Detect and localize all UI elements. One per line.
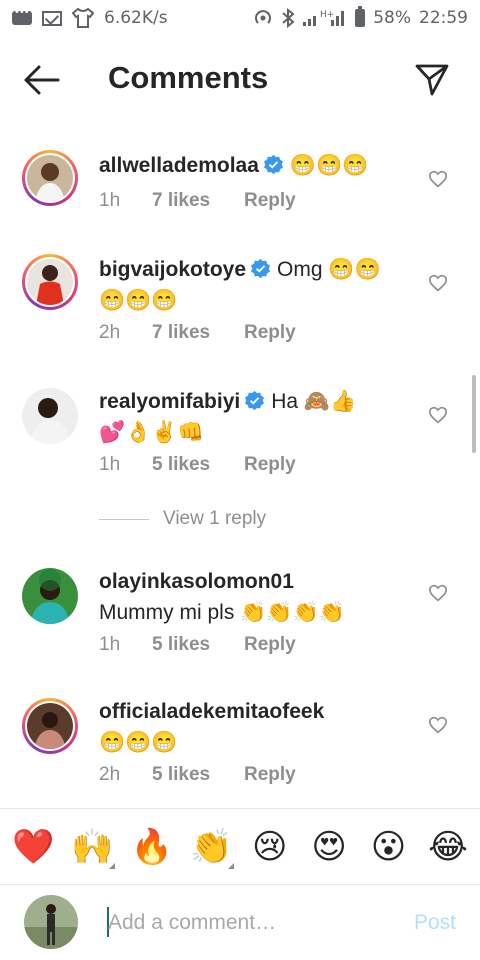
comment-text: Omg 😁😁 [277, 258, 381, 281]
scrollbar[interactable] [472, 375, 476, 453]
post-button[interactable]: Post [414, 911, 456, 935]
emoji-heart-button[interactable]: ❤️ [12, 827, 54, 867]
comment-text-continued: 💕👌✌️👊 [99, 421, 204, 444]
status-bar: 6.62K/s H+ 58% 22:59 [0, 0, 480, 36]
verified-badge-icon [263, 154, 283, 175]
battery-level: 58% [373, 8, 411, 28]
emoji-laughing-button[interactable]: 😂 [428, 827, 468, 867]
my-avatar [24, 895, 78, 949]
emoji-heart-eyes-button[interactable]: 😍 [309, 827, 349, 867]
comment-likes[interactable]: 5 likes [152, 764, 244, 786]
comment-time: 1h [99, 454, 121, 475]
shirt-icon [72, 8, 94, 28]
battery-icon [355, 6, 366, 27]
comment-time: 1h [99, 190, 121, 211]
verified-badge-icon [245, 390, 265, 411]
comment-username[interactable]: olayinkasolomon01 [99, 570, 294, 593]
emoji-quick-bar: ❤️ 🙌 🔥 👏 😢 😍 😮 😂 [0, 808, 480, 884]
network-speed: 6.62K/s [104, 8, 168, 28]
gmail-icon [42, 10, 62, 26]
comment-time: 2h [99, 322, 121, 343]
comment-time: 2h [99, 764, 121, 785]
comment-composer: Post [0, 884, 480, 960]
back-button[interactable] [22, 62, 62, 98]
comment-username[interactable]: bigvaijokotoye [99, 258, 246, 281]
emoji-raised-hands-button[interactable]: 🙌 [71, 827, 116, 869]
comment-time: 1h [99, 634, 121, 655]
message-icon [12, 7, 32, 25]
reply-button[interactable]: Reply [244, 454, 296, 476]
bluetooth-icon [282, 8, 295, 28]
emoji-fire-button[interactable]: 🔥 [131, 827, 173, 867]
header: Comments [0, 40, 480, 120]
arrow-left-icon [24, 65, 60, 95]
comment-text: 😁😁😁 [99, 731, 178, 754]
avatar[interactable] [22, 254, 78, 310]
comment-text: Mummy mi pls 👏👏👏👏 [99, 601, 345, 624]
comments-list[interactable]: allwellademolaa 😁😁😁 1h 7 likes Reply bigv… [0, 130, 480, 806]
comment-likes[interactable]: 5 likes [152, 634, 244, 656]
reply-button[interactable]: Reply [244, 634, 296, 656]
like-heart-icon[interactable] [428, 716, 448, 734]
comment-likes[interactable]: 7 likes [152, 322, 244, 344]
share-button[interactable] [414, 62, 450, 98]
reply-button[interactable]: Reply [244, 190, 296, 212]
comment-text: 😁😁😁 [289, 154, 369, 177]
like-heart-icon[interactable] [428, 274, 448, 292]
comment-username[interactable]: officialadekemitaofeek [99, 700, 324, 723]
signal-icon: H+ [303, 10, 345, 26]
view-replies-label: View 1 reply [163, 508, 267, 529]
comment-input[interactable] [108, 905, 388, 941]
direct-send-icon [415, 64, 449, 96]
network-type: H+ [320, 10, 334, 20]
reply-button[interactable]: Reply [244, 764, 296, 786]
like-heart-icon[interactable] [428, 584, 448, 602]
emoji-surprised-button[interactable]: 😮 [369, 827, 409, 867]
comment-username[interactable]: realyomifabiyi [99, 390, 240, 413]
emoji-crying-button[interactable]: 😢 [250, 827, 290, 867]
comment-likes[interactable]: 7 likes [152, 190, 244, 212]
comment-likes[interactable]: 5 likes [152, 454, 244, 476]
reply-button[interactable]: Reply [244, 322, 296, 344]
avatar[interactable] [22, 568, 78, 624]
clock: 22:59 [419, 8, 468, 28]
like-heart-icon[interactable] [428, 406, 448, 424]
comment-text-continued: 😁😁😁 [99, 289, 178, 312]
hotspot-icon [255, 10, 272, 24]
emoji-clap-button[interactable]: 👏 [190, 827, 235, 869]
divider [99, 518, 149, 520]
avatar[interactable] [22, 698, 78, 754]
comment-text: Ha 🙈👍 [271, 390, 357, 413]
page-title: Comments [108, 60, 269, 95]
avatar[interactable] [22, 150, 78, 206]
like-heart-icon[interactable] [428, 170, 448, 188]
verified-badge-icon [251, 258, 270, 279]
view-replies-button[interactable]: View 1 reply [99, 508, 266, 530]
comment-username[interactable]: allwellademolaa [99, 154, 259, 177]
avatar[interactable] [22, 388, 78, 444]
